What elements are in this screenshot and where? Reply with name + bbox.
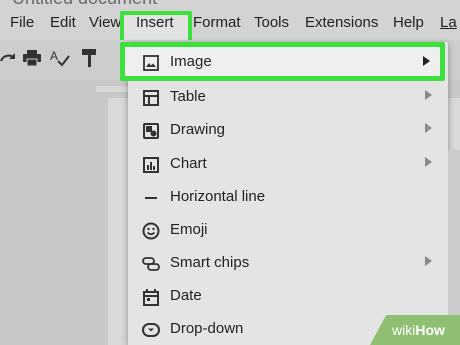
menu-insert[interactable]: Insert (136, 14, 174, 31)
insert-menu-label: Emoji (170, 221, 208, 238)
doc-title[interactable]: Untitled document (12, 0, 157, 8)
insert-menu-item-image[interactable]: Image (120, 42, 445, 81)
drawing-icon (142, 122, 160, 140)
insert-menu-label: Drawing (170, 121, 226, 138)
submenu-arrow-icon (423, 56, 430, 66)
insert-menu-label: Date (170, 287, 202, 304)
menu-file[interactable]: File (10, 14, 34, 31)
insert-menu-item-drawing[interactable]: Drawing (128, 114, 448, 147)
insert-menu-item-emoji[interactable]: Emoji (128, 214, 448, 247)
menu-edit[interactable]: Edit (50, 14, 76, 31)
submenu-arrow-icon (425, 157, 432, 167)
insert-menu-label: Table (170, 88, 206, 105)
smart-chips-icon (142, 255, 160, 273)
insert-menu-label: Chart (170, 155, 207, 172)
date-icon (142, 288, 160, 306)
image-icon (142, 54, 160, 72)
insert-menu-item-horizontal-line[interactable]: Horizontal line (128, 181, 448, 214)
menu-last-edit-link[interactable]: La (440, 14, 457, 31)
menu-tools[interactable]: Tools (254, 14, 289, 31)
menu-bar: File Edit View Insert Format Tools Exten… (0, 8, 460, 49)
chart-icon (142, 156, 160, 174)
insert-menu: Table Drawing Chart Horizontal line Emoj… (128, 42, 448, 345)
insert-menu-label: Drop-down (170, 320, 244, 337)
insert-menu-item-smart-chips[interactable]: Smart chips (128, 247, 448, 280)
insert-menu-item-date[interactable]: Date (128, 280, 448, 313)
submenu-arrow-icon (425, 123, 432, 133)
svg-text:A: A (50, 49, 58, 63)
horizontal-line-icon (142, 189, 160, 207)
insert-menu-item-table[interactable]: Table (128, 81, 448, 114)
submenu-arrow-icon (425, 90, 432, 100)
redo-icon[interactable] (0, 48, 18, 68)
menu-view[interactable]: View (89, 14, 121, 31)
dropdown-icon (142, 321, 160, 339)
insert-menu-label: Image (170, 53, 212, 70)
insert-menu-label: Smart chips (170, 254, 250, 271)
wikihow-text: wikiHow (392, 322, 445, 338)
submenu-arrow-icon (425, 256, 432, 266)
menu-help[interactable]: Help (393, 14, 424, 31)
menu-extensions[interactable]: Extensions (305, 14, 378, 31)
insert-menu-item-chart[interactable]: Chart (128, 148, 448, 181)
table-icon (142, 89, 160, 107)
emoji-icon (142, 222, 160, 240)
spellcheck-icon[interactable]: A (50, 48, 70, 68)
paint-format-icon[interactable] (80, 48, 100, 68)
menu-format[interactable]: Format (193, 14, 241, 31)
doc-title-strip: Untitled document (0, 0, 460, 8)
toolbar-separator (104, 48, 108, 68)
print-icon[interactable] (22, 48, 42, 68)
insert-menu-label: Horizontal line (170, 188, 266, 205)
